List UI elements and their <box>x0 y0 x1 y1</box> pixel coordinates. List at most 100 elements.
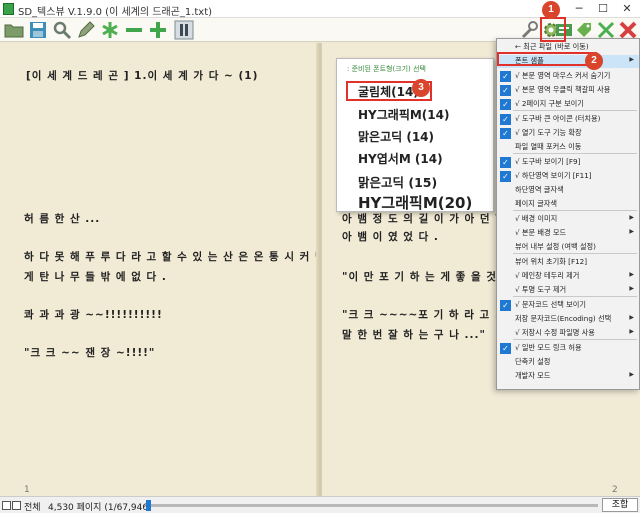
menu-item-label: √ 2페이지 구분 보이기 <box>515 99 584 108</box>
menu-item-label: √ 저장시 수정 파일명 사용 <box>515 328 595 337</box>
expand-icon[interactable] <box>596 20 616 40</box>
folder-open-icon[interactable] <box>4 20 24 40</box>
menu-item[interactable]: √ 메인창 테두리 제거 ▶ <box>497 270 639 283</box>
menu-item-label: √ 배경 이미지 <box>515 214 558 223</box>
maximize-button[interactable]: ☐ <box>591 1 615 17</box>
text-line: "크 크 ~~ 잰 장 ~!!!!" <box>24 347 156 359</box>
chapter-heading: [이 세 계 드 레 곤 ] 1.이 세 계 가 다 ~ (1) <box>26 70 259 82</box>
submenu-arrow-icon: ▶ <box>629 314 634 321</box>
menu-item-label: 단축키 설정 <box>515 357 551 366</box>
menu-item-label: 페이지 글자색 <box>515 199 557 208</box>
menu-item-label: √ 본문 영역 마우스 커서 숨기기 <box>515 71 611 80</box>
settings-context-menu: ← 최근 파일 (바로 이동) 폰트 샘플 ▶ ✓ √ 본문 영역 마우스 커서 숨기기… <box>496 38 640 390</box>
text-line: 허 름 한 산 ... <box>24 213 101 225</box>
submenu-arrow-icon: ▶ <box>629 285 634 292</box>
menu-item[interactable]: √ 배경 이미지 ▶ <box>497 213 639 226</box>
menu-item[interactable]: √ 본문 배경 모드 ▶ <box>497 227 639 240</box>
text-line: "이 만 포 기 하 는 게 좋 을 것 같 <box>342 271 513 283</box>
menu-item[interactable]: ✓ √ 도구바 보이기 [F9] <box>497 156 639 169</box>
step-marker: 2 <box>585 52 603 70</box>
menu-item-label: √ 도구바 큰 아이콘 (터치용) <box>515 114 601 123</box>
window-close-button[interactable]: ✕ <box>615 1 639 17</box>
font-option[interactable]: HY그래픽M(14) <box>358 106 449 123</box>
font-option[interactable]: 맑은고딕 (15) <box>358 172 437 191</box>
submenu-arrow-icon: ▶ <box>629 56 634 63</box>
text-line: 하 다 못 해 푸 루 다 라 고 할 수 있 는 산 은 온 통 시 커 먹 <box>24 251 326 263</box>
menu-item[interactable]: ✓ √ 본문 영역 마우스 커서 숨기기 <box>497 70 639 83</box>
menu-item[interactable]: ✓ √ 문자코드 선택 보이기 <box>497 299 639 312</box>
page-number-left: 1 <box>24 485 30 495</box>
font-option[interactable]: HY엽서M (14) <box>358 150 443 167</box>
check-icon: ✓ <box>500 343 511 354</box>
close-icon[interactable] <box>618 20 638 40</box>
menu-item-label: √ 하단영역 보이기 [F11] <box>515 171 592 180</box>
menu-item[interactable]: 개발자 모드 ▶ <box>497 370 639 383</box>
text-line: 말 한 번 잘 하 는 구 나 ..." <box>342 329 486 341</box>
menu-item[interactable]: ✓ √ 본문 영역 우클릭 책갈피 사용 <box>497 84 639 97</box>
minimize-button[interactable]: ─ <box>567 1 591 17</box>
menu-item-label: 하단영역 글자색 <box>515 185 564 194</box>
check-icon: ✓ <box>500 71 511 82</box>
left-page[interactable]: [이 세 계 드 레 곤 ] 1.이 세 계 가 다 ~ (1) 허 름 한 산… <box>0 43 325 496</box>
menu-item[interactable]: 뷰어 내부 설정 (여백 설정) <box>497 241 639 254</box>
save-icon[interactable] <box>28 20 48 40</box>
submenu-arrow-icon: ▶ <box>629 271 634 278</box>
menu-item[interactable]: 뷰어 위치 초기화 [F12] <box>497 256 639 269</box>
pencil-icon[interactable] <box>76 20 96 40</box>
text-line: 게 탄 나 무 들 밖 에 없 다 . <box>24 271 167 283</box>
page-slider-thumb[interactable] <box>146 500 151 511</box>
menu-item-label: √ 문자코드 선택 보이기 <box>515 300 586 309</box>
page-number-right: 2 <box>612 485 618 495</box>
font-option[interactable]: 맑은고딕 (14) <box>358 128 434 145</box>
page-slider-track[interactable] <box>146 504 598 507</box>
menu-item-label: 저장 문자코드(Encoding) 선택 <box>515 314 612 323</box>
search-icon[interactable] <box>52 20 72 40</box>
submenu-arrow-icon: ▶ <box>629 371 634 378</box>
submenu-arrow-icon: ▶ <box>629 228 634 235</box>
menu-item[interactable]: √ 저장시 수정 파일명 사용 ▶ <box>497 327 639 340</box>
menu-item[interactable]: ✓ √ 2페이지 구분 보이기 <box>497 98 639 111</box>
step-marker: 3 <box>412 79 430 97</box>
menu-item[interactable]: 단축키 설정 <box>497 356 639 369</box>
menu-item-label: √ 본문 영역 우클릭 책갈피 사용 <box>515 85 611 94</box>
page-count: 4,530 페이지 (1/67,946) <box>48 503 152 513</box>
app-icon <box>3 3 14 15</box>
asterisk-icon[interactable] <box>100 20 120 40</box>
menu-item-label: 뷰어 내부 설정 (여백 설정) <box>515 242 596 251</box>
statusbar-checkbox[interactable] <box>2 501 11 510</box>
step-marker: 1 <box>542 1 560 19</box>
statusbar-label: 전체 <box>24 503 41 513</box>
font-option[interactable]: HY그래픽M(20) <box>358 192 472 213</box>
statusbar-checkbox[interactable] <box>12 501 21 510</box>
menu-item[interactable]: ✓ √ 열기 도구 기능 확장 <box>497 127 639 140</box>
check-icon: ✓ <box>500 114 511 125</box>
check-icon: ✓ <box>500 157 511 168</box>
check-icon: ✓ <box>500 128 511 139</box>
menu-item-label: √ 일반 모드 링크 허용 <box>515 343 582 352</box>
menu-item[interactable]: 하단영역 글자색 <box>497 184 639 197</box>
tag-icon[interactable] <box>574 20 594 40</box>
menu-item[interactable]: ✓ √ 도구바 큰 아이콘 (터치용) <box>497 113 639 126</box>
text-line: 아 뱀 정 도 의 길 이 가 아 던 한 <box>342 213 506 225</box>
menu-item[interactable]: 저장 문자코드(Encoding) 선택 ▶ <box>497 313 639 326</box>
wrench-icon[interactable] <box>520 20 540 40</box>
menu-item[interactable]: 페이지 글자색 <box>497 198 639 211</box>
toolbar-button-highlight <box>540 17 566 42</box>
menu-item[interactable]: ✓ √ 하단영역 보이기 [F11] <box>497 170 639 183</box>
encoding-combo[interactable]: 조합 <box>602 498 638 512</box>
submenu-arrow-icon: ▶ <box>629 214 634 221</box>
check-icon: ✓ <box>500 300 511 311</box>
minus-icon[interactable] <box>124 20 144 40</box>
status-bar: 전체 4,530 페이지 (1/67,946) 조합 <box>0 496 640 513</box>
menu-item[interactable]: ✓ √ 일반 모드 링크 허용 <box>497 342 639 355</box>
check-icon: ✓ <box>500 85 511 96</box>
text-line: 콰 과 과 광 ~~!!!!!!!!!! <box>24 309 163 321</box>
menu-item-label: √ 메인창 테두리 제거 <box>515 271 580 280</box>
pause-icon[interactable] <box>174 20 194 40</box>
menu-item[interactable]: √ 투명 도구 제거 ▶ <box>497 284 639 297</box>
check-icon: ✓ <box>500 99 511 110</box>
menu-item-label: √ 도구바 보이기 [F9] <box>515 157 581 166</box>
menu-item-label: 파일 열때 포커스 이동 <box>515 142 582 151</box>
plus-icon[interactable] <box>148 20 168 40</box>
menu-item[interactable]: 파일 열때 포커스 이동 <box>497 141 639 154</box>
